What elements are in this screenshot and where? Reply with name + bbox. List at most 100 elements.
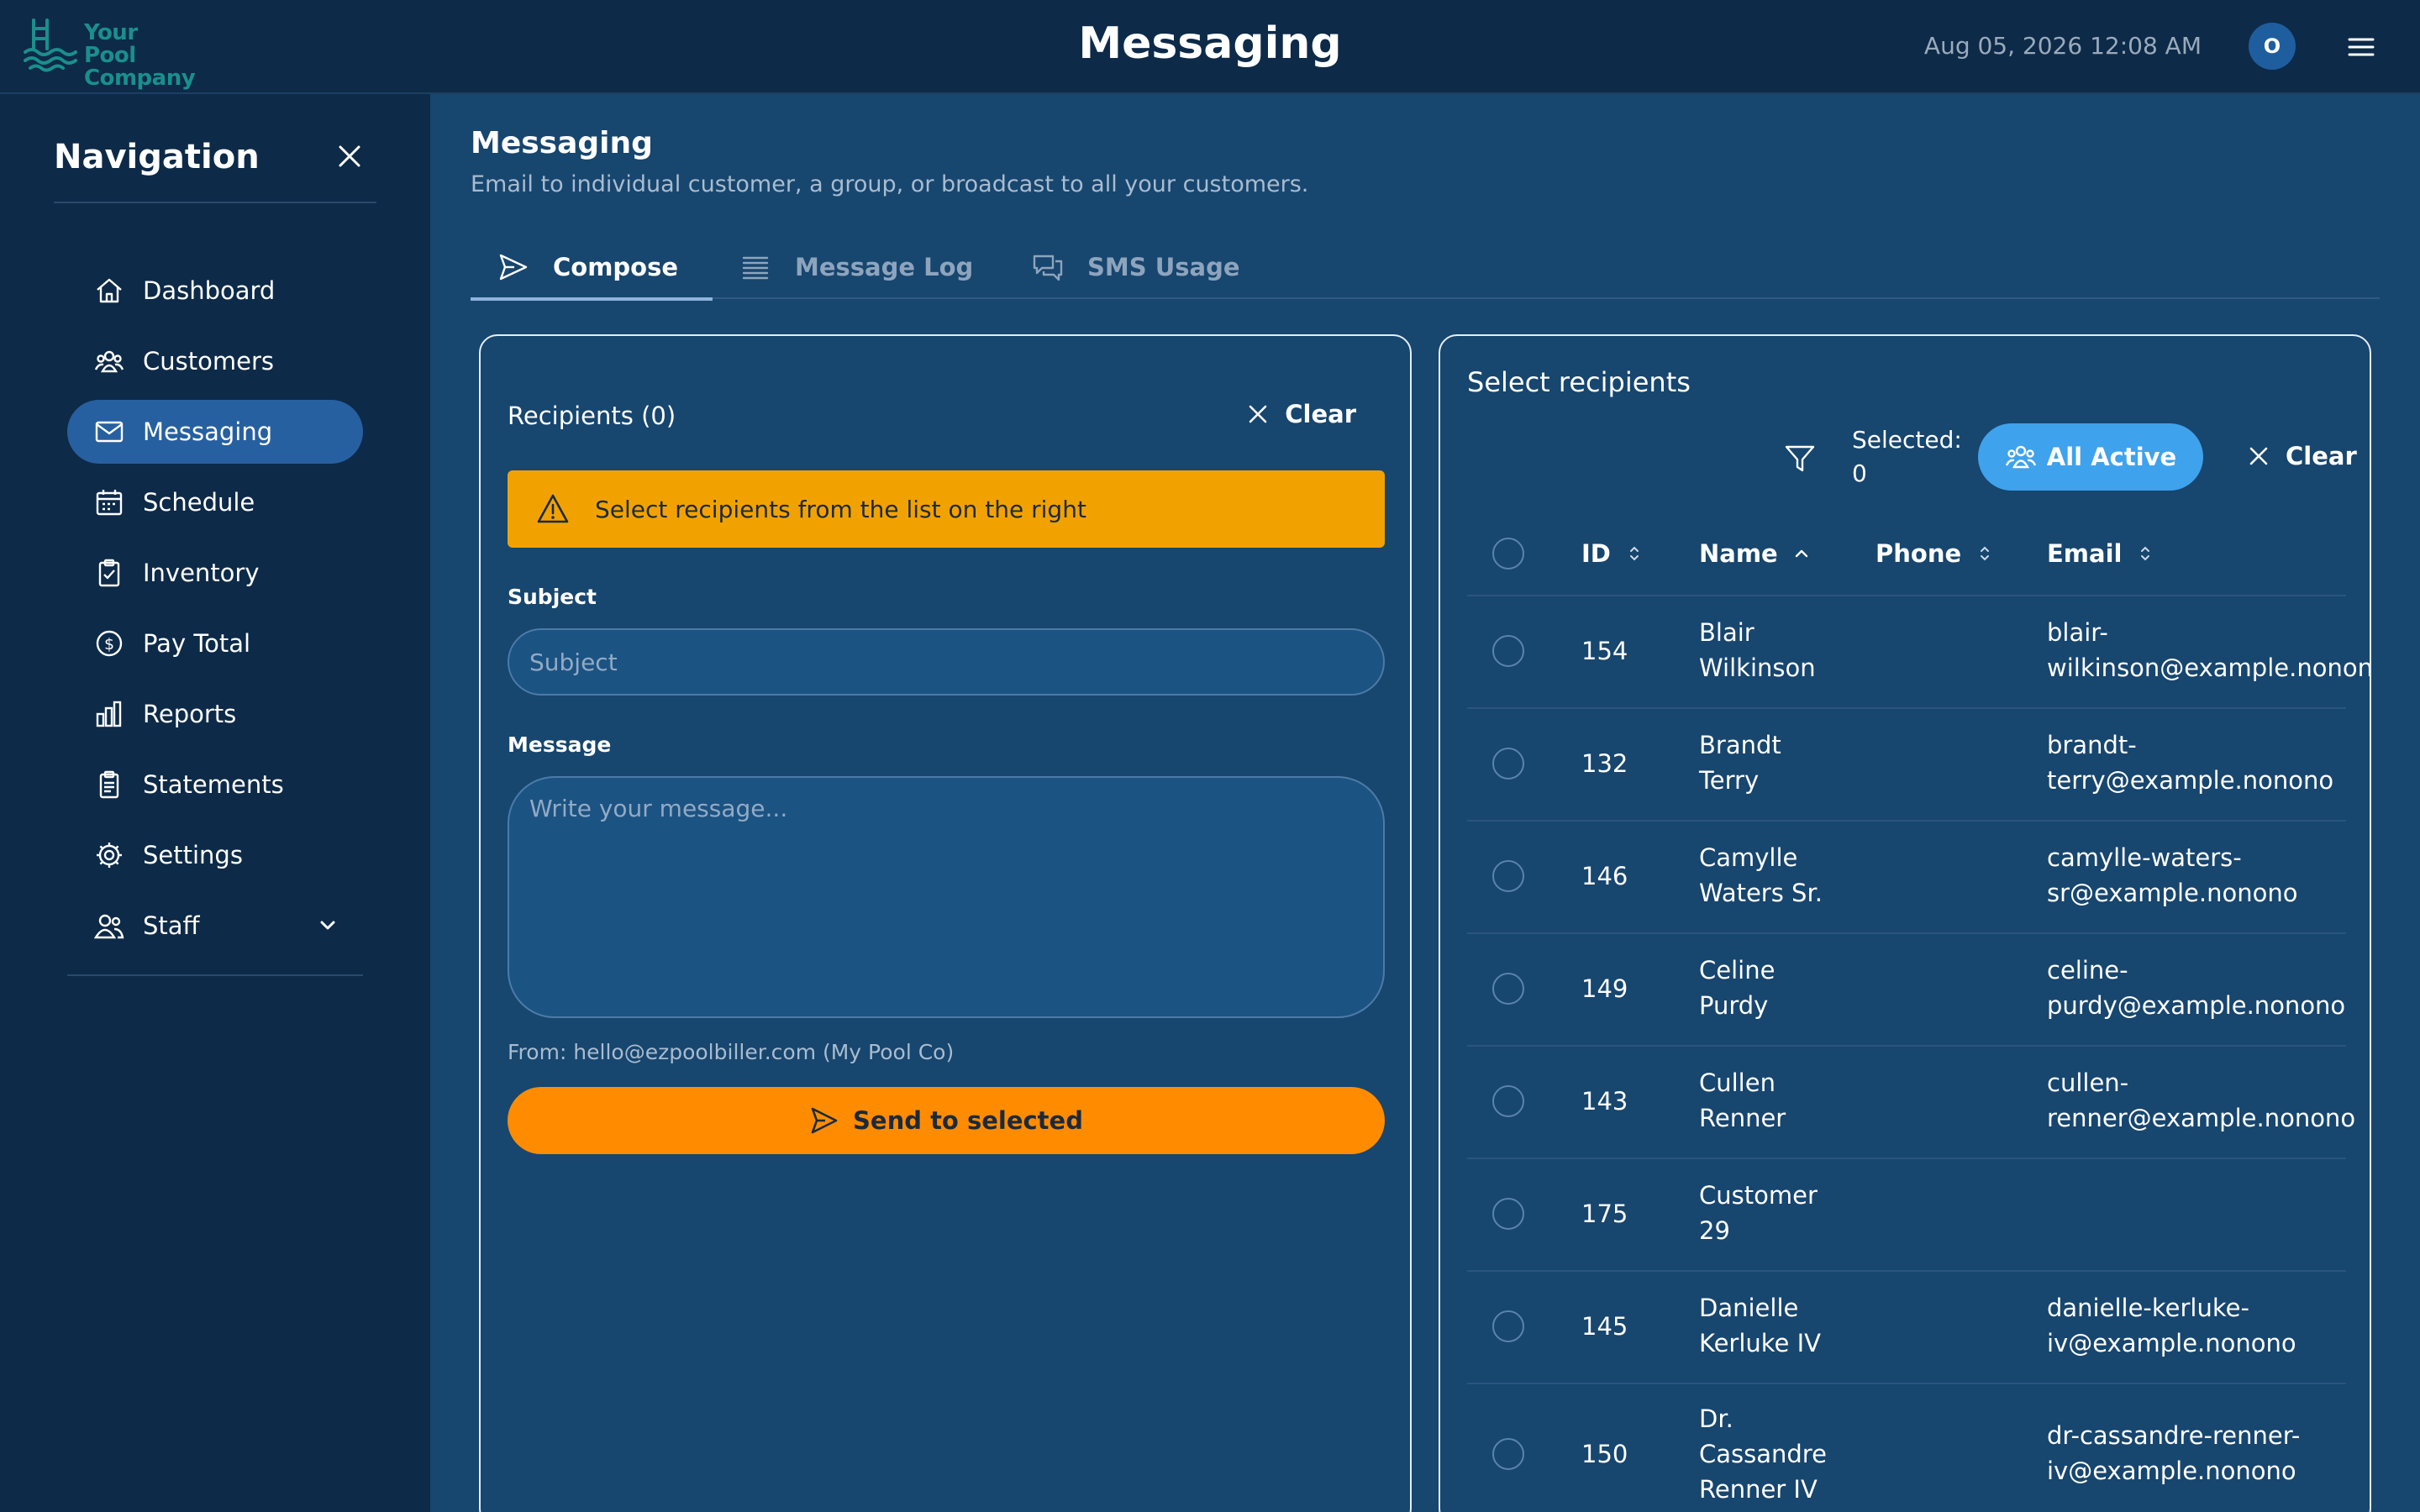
email-line: purdy@example.nonono (2047, 991, 2346, 1020)
compose-panel: Recipients (0) Clear Select recipients f… (479, 334, 1412, 1512)
sidebar-item-pay-total[interactable]: $ Pay Total (67, 612, 363, 675)
row-select-radio[interactable] (1492, 1085, 1524, 1117)
envelope-icon (95, 421, 124, 443)
nav-divider (54, 202, 376, 203)
top-bar: Your Pool Company Messaging Aug 05, 2026… (0, 0, 2420, 94)
row-select-radio[interactable] (1492, 1438, 1524, 1470)
row-select-radio[interactable] (1492, 635, 1524, 667)
name-line: Terry (1699, 766, 1760, 795)
column-header-name[interactable]: Name (1699, 536, 1810, 571)
email-line: wilkinson@example.nonono (2047, 654, 2371, 682)
select-recipients-title: Select recipients (1467, 366, 1691, 398)
column-header-phone[interactable]: Phone (1876, 536, 1993, 571)
column-header-email[interactable]: Email (2047, 536, 2154, 571)
sidebar-item-customers[interactable]: Customers (67, 329, 363, 393)
current-datetime: Aug 05, 2026 12:08 AM (1923, 32, 2202, 60)
sidebar-item-label: Staff (143, 911, 200, 940)
close-icon[interactable] (334, 141, 365, 171)
cell-name: Celine Purdy (1699, 953, 1775, 1023)
page-title: Messaging (471, 126, 653, 160)
cell-id: 132 (1581, 749, 1628, 778)
cell-name: Danielle Kerluke IV (1699, 1290, 1821, 1361)
sidebar-item-reports[interactable]: Reports (67, 682, 363, 746)
sidebar-item-label: Schedule (143, 488, 255, 517)
sort-icon (1981, 546, 1990, 561)
recipients-table: ID Name Phone Email 154 Blair Wilkinson b… (1467, 512, 2370, 1512)
list-icon (742, 256, 769, 280)
sidebar-item-messaging[interactable]: Messaging (67, 400, 363, 464)
cell-email: danielle-kerluke-iv@example.nonono (2047, 1290, 2296, 1361)
cell-id: 175 (1581, 1200, 1628, 1228)
name-line: Waters Sr. (1699, 879, 1823, 907)
nav-divider-bottom (67, 974, 363, 976)
send-label: Send to selected (853, 1106, 1083, 1135)
user-avatar[interactable]: O (2249, 23, 2296, 70)
cell-name: Blair Wilkinson (1699, 615, 1816, 685)
svg-text:$: $ (104, 635, 114, 654)
send-to-selected-button[interactable]: Send to selected (508, 1087, 1385, 1154)
row-select-radio[interactable] (1492, 1198, 1524, 1230)
table-row[interactable]: 154 Blair Wilkinson blair-wilkinson@examp… (1467, 596, 2370, 709)
sidebar-item-settings[interactable]: Settings (67, 823, 363, 887)
page-subtitle: Email to individual customer, a group, o… (471, 171, 1309, 197)
clear-selection-button[interactable]: Clear (2247, 442, 2357, 470)
email-line: blair- (2047, 618, 2108, 647)
row-select-radio[interactable] (1492, 973, 1524, 1005)
column-header-label: ID (1581, 539, 1611, 568)
all-active-label: All Active (2046, 443, 2177, 471)
cell-id: 145 (1581, 1312, 1628, 1341)
selected-number: 0 (1852, 459, 1867, 487)
cell-name: Customer 29 (1699, 1178, 1818, 1248)
users-icon (2005, 445, 2036, 469)
tab-compose[interactable]: Compose (471, 235, 713, 301)
row-select-radio[interactable] (1492, 860, 1524, 892)
cell-email: cullen-renner@example.nonono (2047, 1065, 2355, 1136)
close-icon (2249, 447, 2268, 465)
table-row[interactable]: 149 Celine Purdy celine-purdy@example.non… (1467, 934, 2346, 1047)
email-line: danielle-kerluke- (2047, 1294, 2249, 1322)
filter-icon[interactable] (1783, 442, 1817, 475)
sidebar-item-label: Inventory (143, 559, 260, 587)
table-row[interactable]: 150 Dr. Cassandre Renner IV dr-cassandre-r… (1467, 1384, 2346, 1512)
sidebar-item-dashboard[interactable]: Dashboard (67, 259, 363, 323)
name-line: Brandt (1699, 731, 1781, 759)
email-line: cullen- (2047, 1068, 2129, 1097)
hamburger-menu-icon[interactable] (2346, 32, 2376, 62)
table-row[interactable]: 143 Cullen Renner cullen-renner@example.n… (1467, 1047, 2355, 1159)
message-textarea[interactable] (508, 776, 1385, 1018)
cell-id: 146 (1581, 862, 1628, 890)
sidebar-item-statements[interactable]: Statements (67, 753, 363, 816)
bar-chart-icon (96, 701, 122, 727)
table-row[interactable]: 146 Camylle Waters Sr. camylle-waters-sr@… (1467, 822, 2346, 934)
cell-id: 154 (1581, 637, 1628, 665)
tab-label: SMS Usage (1087, 253, 1240, 281)
sidebar-item-inventory[interactable]: Inventory (67, 541, 363, 605)
tab-sms-usage[interactable]: SMS Usage (1032, 235, 1240, 299)
warning-text: Select recipients from the list on the r… (595, 495, 1086, 523)
table-row[interactable]: 175 Customer 29 (1467, 1159, 2346, 1272)
sidebar-item-schedule[interactable]: Schedule (67, 470, 363, 534)
column-header-id[interactable]: ID (1581, 536, 1643, 571)
cell-name: Camylle Waters Sr. (1699, 840, 1823, 911)
row-select-radio[interactable] (1492, 748, 1524, 780)
clear-recipients-button[interactable]: Clear (1246, 400, 1356, 428)
table-row[interactable]: 132 Brandt Terry brandt-terry@example.non… (1467, 709, 2346, 822)
cell-name: Dr. Cassandre Renner IV (1699, 1401, 1827, 1507)
row-select-radio[interactable] (1492, 1310, 1524, 1342)
from-address: From: hello@ezpoolbiller.com (My Pool Co… (508, 1040, 955, 1064)
subject-input[interactable] (508, 628, 1385, 696)
message-label: Message (508, 732, 612, 757)
name-line: Renner IV (1699, 1475, 1818, 1504)
all-active-button[interactable]: All Active (1978, 423, 2203, 491)
tab-label: Message Log (795, 253, 974, 281)
cell-id: 150 (1581, 1440, 1628, 1468)
name-line: Wilkinson (1699, 654, 1816, 682)
warning-alert: Select recipients from the list on the r… (508, 470, 1385, 548)
select-all-radio[interactable] (1492, 538, 1524, 570)
sidebar-item-staff[interactable]: Staff (67, 894, 363, 958)
documents-icon (99, 770, 119, 799)
table-row[interactable]: 145 Danielle Kerluke IV danielle-kerluke-… (1467, 1272, 2346, 1384)
tab-message-log[interactable]: Message Log (739, 235, 973, 299)
close-icon (1249, 405, 1267, 423)
sidebar-item-label: Statements (143, 770, 284, 799)
